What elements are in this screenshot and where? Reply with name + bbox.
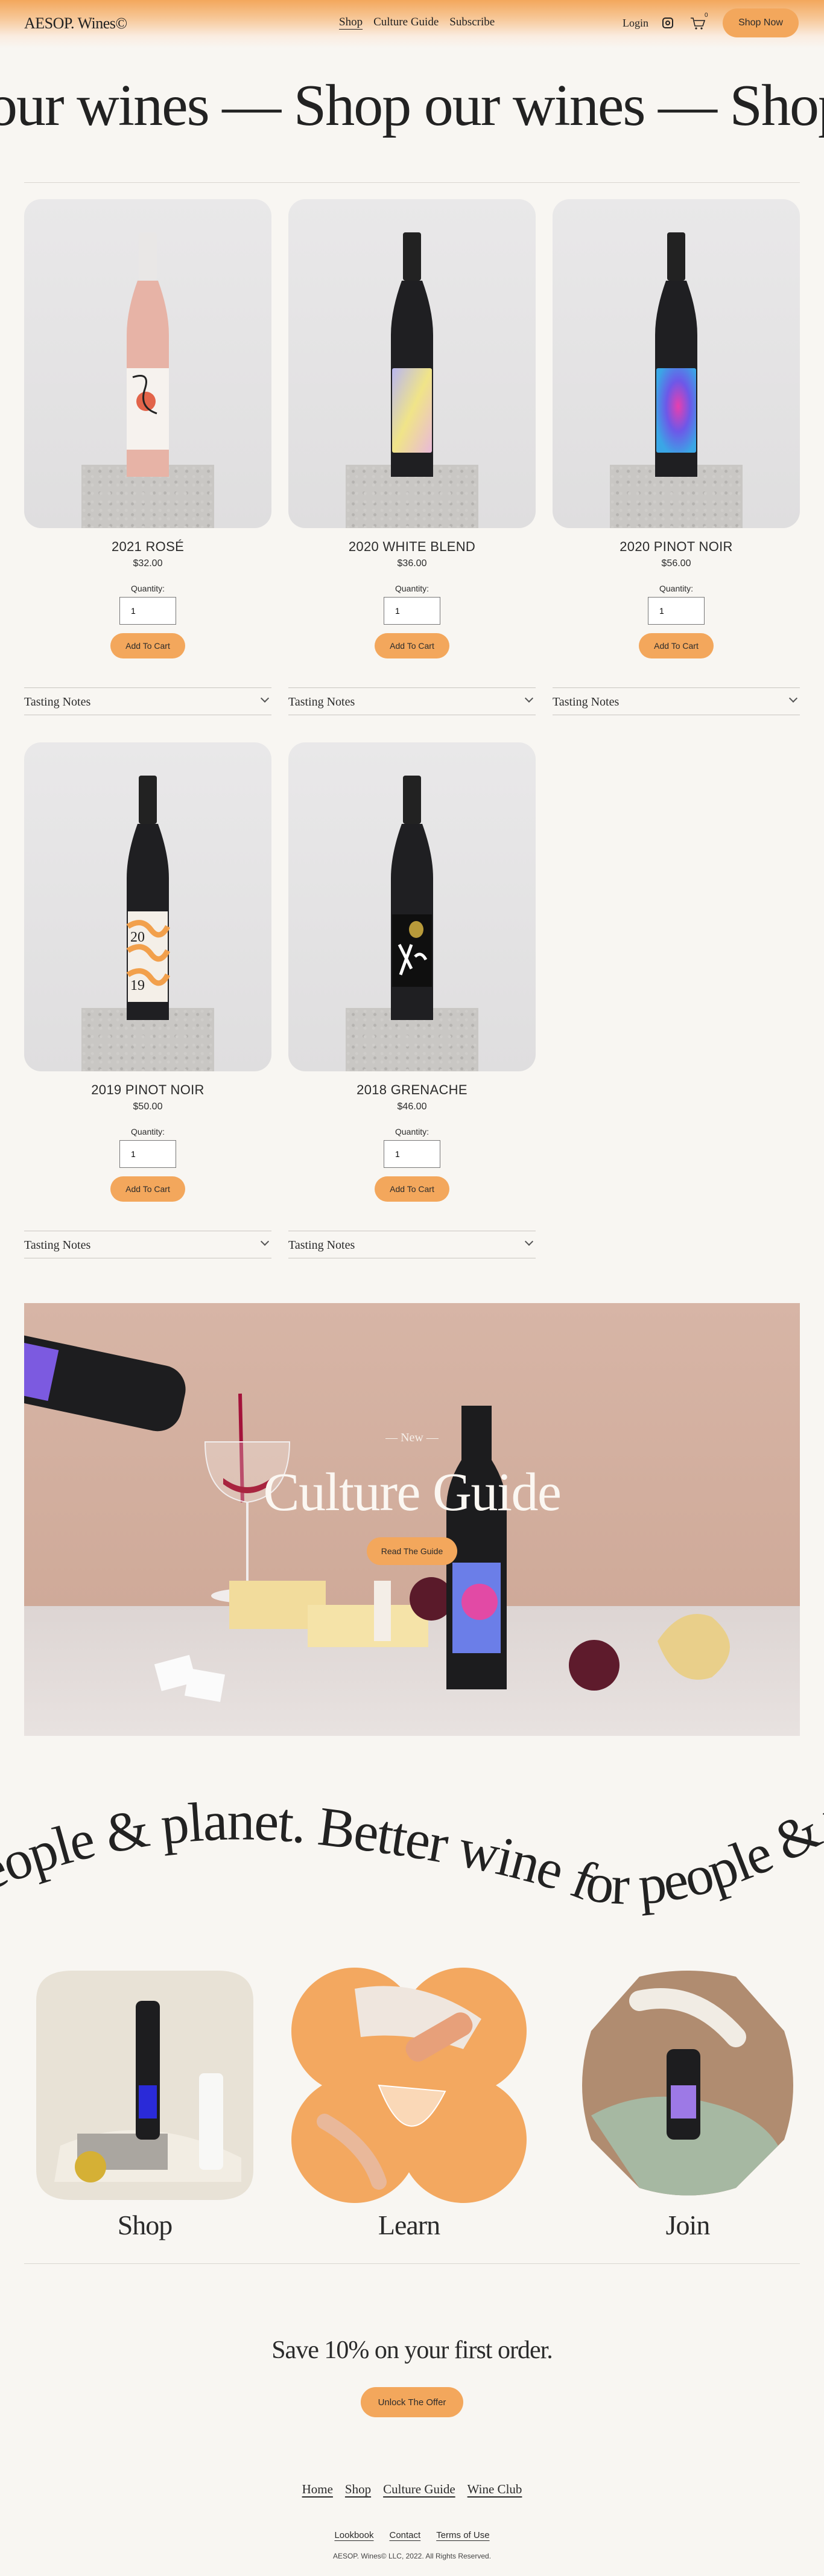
product-card: 2018 GRENACHE $46.00 Quantity: Add To Ca… xyxy=(288,742,536,1258)
tile-label-shop[interactable]: Shop xyxy=(24,2209,265,2241)
tasting-notes-toggle[interactable]: Tasting Notes xyxy=(553,687,800,715)
product-price: $32.00 xyxy=(133,558,163,569)
tasting-notes-label: Tasting Notes xyxy=(553,695,620,709)
chevron-down-icon xyxy=(788,693,798,703)
shop-tile-image[interactable] xyxy=(24,1965,265,2206)
product-price: $46.00 xyxy=(397,1101,427,1112)
cart-icon[interactable] xyxy=(690,17,706,30)
svg-text:19: 19 xyxy=(130,978,145,993)
divider xyxy=(24,182,800,183)
product-image[interactable] xyxy=(288,742,536,1071)
quantity-label: Quantity: xyxy=(130,584,165,593)
product-image[interactable] xyxy=(288,199,536,528)
nav-subscribe[interactable]: Subscribe xyxy=(449,16,495,29)
product-image[interactable]: 20 19 xyxy=(24,742,271,1071)
main-nav: Shop Culture Guide Subscribe xyxy=(339,16,495,29)
footer-nav-home[interactable]: Home xyxy=(302,2482,333,2497)
quantity-label: Quantity: xyxy=(659,584,694,593)
curved-tagline-text: people & planet. Better wine for people … xyxy=(0,1737,824,1916)
quantity-label: Quantity: xyxy=(130,1127,165,1137)
product-name: 2019 PINOT NOIR xyxy=(91,1082,204,1097)
tasting-notes-label: Tasting Notes xyxy=(288,1239,355,1252)
footer-links: Lookbook Contact Terms of Use xyxy=(0,2530,824,2540)
product-price: $56.00 xyxy=(661,558,691,569)
add-to-cart-button[interactable]: Add To Cart xyxy=(375,1176,449,1202)
tasting-notes-toggle[interactable]: Tasting Notes xyxy=(288,687,536,715)
culture-guide-hero: — New — Culture Guide Read The Guide xyxy=(24,1303,800,1736)
footer-nav-shop[interactable]: Shop xyxy=(345,2482,371,2497)
product-name: 2020 WHITE BLEND xyxy=(348,539,476,554)
guide-title: Culture Guide xyxy=(263,1462,562,1522)
product-name: 2020 PINOT NOIR xyxy=(620,539,733,554)
quantity-input[interactable] xyxy=(119,1140,176,1168)
chevron-down-icon xyxy=(260,1237,270,1246)
add-to-cart-button[interactable]: Add To Cart xyxy=(639,633,714,658)
shop-now-button[interactable]: Shop Now xyxy=(723,8,799,37)
footer-link-contact[interactable]: Contact xyxy=(390,2530,421,2540)
product-image[interactable] xyxy=(24,199,271,528)
login-link[interactable]: Login xyxy=(623,17,648,30)
tile-label-join[interactable]: Join xyxy=(567,2209,808,2241)
tasting-notes-toggle[interactable]: Tasting Notes xyxy=(288,1231,536,1258)
product-image[interactable] xyxy=(553,199,800,528)
tasting-notes-label: Tasting Notes xyxy=(24,695,91,709)
nav-shop[interactable]: Shop xyxy=(339,16,363,29)
learn-tile-image[interactable] xyxy=(288,1965,530,2206)
tasting-notes-label: Tasting Notes xyxy=(288,695,355,709)
site-header: AESOP. Wines© Shop Culture Guide Subscri… xyxy=(0,0,824,48)
quantity-label: Quantity: xyxy=(395,584,429,593)
svg-text:20: 20 xyxy=(130,929,145,945)
join-tile-image[interactable] xyxy=(567,1965,808,2206)
footer-nav-wine-club[interactable]: Wine Club xyxy=(467,2482,522,2497)
tasting-notes-toggle[interactable]: Tasting Notes xyxy=(24,687,271,715)
quantity-label: Quantity: xyxy=(395,1127,429,1137)
instagram-icon[interactable] xyxy=(662,18,673,28)
product-card: 2020 WHITE BLEND $36.00 Quantity: Add To… xyxy=(288,199,536,715)
cart-count: 0 xyxy=(705,12,708,19)
add-to-cart-button[interactable]: Add To Cart xyxy=(375,633,449,658)
quantity-input[interactable] xyxy=(384,1140,440,1168)
white-blend-bottle-image xyxy=(391,232,433,477)
tile-label-learn[interactable]: Learn xyxy=(288,2209,530,2241)
tasting-notes-label: Tasting Notes xyxy=(24,1239,91,1252)
nav-culture-guide[interactable]: Culture Guide xyxy=(373,16,439,29)
chevron-down-icon xyxy=(524,693,534,703)
product-card: 2020 PINOT NOIR $56.00 Quantity: Add To … xyxy=(553,199,800,715)
product-price: $50.00 xyxy=(133,1101,163,1112)
product-name: 2021 ROSÉ xyxy=(111,539,185,554)
rose-bottle-image xyxy=(127,232,169,477)
divider xyxy=(24,2263,800,2264)
marquee-text: our wines — Shop our wines — Shop o xyxy=(0,73,824,138)
svg-text:people & planet. Better wine: people & planet. Better wine for people … xyxy=(0,1787,824,1916)
footer-nav-culture-guide[interactable]: Culture Guide xyxy=(383,2482,455,2497)
product-card: 20 19 2019 PINOT NOIR $50.00 Quantity: A… xyxy=(24,742,271,1258)
product-card: 2021 ROSÉ $32.00 Quantity: Add To Cart T… xyxy=(24,199,271,715)
footer-link-lookbook[interactable]: Lookbook xyxy=(334,2530,373,2540)
offer-headline: Save 10% on your first order. xyxy=(271,2336,553,2364)
quantity-input[interactable] xyxy=(119,597,176,625)
copyright-text: AESOP. Wines© LLC, 2022. All Rights Rese… xyxy=(332,2552,492,2560)
add-to-cart-button[interactable]: Add To Cart xyxy=(110,633,185,658)
chevron-down-icon xyxy=(260,693,270,703)
curved-tagline-svg: people & planet. Better wine for people … xyxy=(0,1737,824,1916)
curved-tagline: people & planet. Better wine for people … xyxy=(0,1737,824,1943)
shop-marquee: our wines — Shop our wines — Shop o xyxy=(0,72,824,139)
product-price: $36.00 xyxy=(397,558,427,569)
read-guide-button[interactable]: Read The Guide xyxy=(367,1537,457,1565)
pinot-noir-2019-bottle-image: 20 19 xyxy=(126,776,170,1020)
chevron-down-icon xyxy=(524,1237,534,1246)
tasting-notes-toggle[interactable]: Tasting Notes xyxy=(24,1231,271,1258)
product-name: 2018 GRENACHE xyxy=(357,1082,467,1097)
footer-nav: Home Shop Culture Guide Wine Club xyxy=(0,2482,824,2497)
quantity-input[interactable] xyxy=(384,597,440,625)
pinot-noir-bottle-image xyxy=(655,232,697,477)
site-logo[interactable]: AESOP. Wines© xyxy=(24,14,127,33)
quantity-input[interactable] xyxy=(648,597,705,625)
add-to-cart-button[interactable]: Add To Cart xyxy=(110,1176,185,1202)
guide-eyebrow: — New — xyxy=(385,1431,439,1444)
unlock-offer-button[interactable]: Unlock The Offer xyxy=(361,2387,463,2417)
footer-link-terms[interactable]: Terms of Use xyxy=(436,2530,489,2540)
grenache-bottle-image xyxy=(391,776,433,1020)
